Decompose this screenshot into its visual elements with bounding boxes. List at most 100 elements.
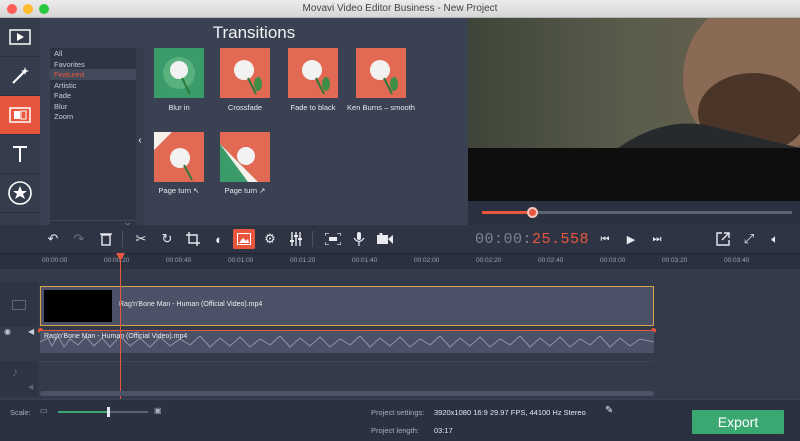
collapse-panel-button[interactable]: ‹: [136, 48, 144, 232]
transition-thumb-blur-in[interactable]: [154, 48, 204, 98]
category-blur[interactable]: Blur: [50, 101, 136, 112]
ruler-tick: 00:03:40: [724, 257, 750, 264]
sidebar-item-transitions[interactable]: [0, 96, 40, 135]
category-fade[interactable]: Fade: [50, 90, 136, 101]
preview-frame: [468, 18, 800, 201]
star-sticker-icon: [8, 181, 32, 205]
detach-preview-button[interactable]: [712, 229, 734, 249]
scissors-icon: ✂: [135, 231, 147, 246]
category-favorites[interactable]: Favorites: [50, 59, 136, 70]
toolbar-divider: [312, 231, 313, 247]
transition-wizard-button[interactable]: [233, 229, 255, 249]
playback-handle[interactable]: [526, 207, 538, 218]
capture-screen-button[interactable]: [322, 229, 344, 249]
transition-thumb-ken-burns[interactable]: [356, 48, 406, 98]
delete-button[interactable]: [95, 229, 117, 249]
rotate-button[interactable]: ↻: [156, 229, 178, 249]
redo-icon: ↷: [73, 231, 85, 246]
speaker-icon: 🔈︎: [771, 231, 779, 246]
transition-label: Page turn ↗: [224, 186, 266, 195]
next-frame-button[interactable]: ⏭: [646, 229, 668, 249]
equalizer-icon: [290, 232, 302, 246]
sidebar-item-stickers[interactable]: [0, 174, 40, 213]
fullscreen-button[interactable]: ⤢: [738, 229, 760, 249]
ruler-tick: 00:01:40: [352, 257, 378, 264]
contrast-icon: ◐: [215, 231, 223, 247]
transition-thumb-fade-to-black[interactable]: [288, 48, 338, 98]
crop-icon: [186, 232, 200, 246]
transition-thumb-page-turn-left[interactable]: [154, 132, 204, 182]
color-adjust-button[interactable]: ◐: [208, 229, 230, 249]
scale-fill: [58, 411, 108, 413]
clip-properties-button[interactable]: ⚙: [259, 229, 281, 249]
transition-label: Ken Burns – smooth: [347, 103, 415, 112]
project-settings-label: Project settings:: [371, 408, 425, 417]
external-window-icon: [716, 232, 730, 246]
transitions-panel: Transitions All Favorites Featured Artis…: [40, 18, 468, 252]
edit-settings-icon[interactable]: ✎: [605, 405, 613, 416]
play-icon: ▶: [626, 233, 636, 246]
expand-icon: ⤢: [743, 231, 755, 246]
audio-clip[interactable]: Rag'n'Bone Man - Human (Official Video).…: [40, 331, 654, 353]
camera-icon: [377, 233, 393, 244]
volume-button[interactable]: 🔈︎: [764, 229, 786, 249]
zoom-in-icon[interactable]: ▣: [154, 406, 162, 415]
timecode-display: 00:00:25.558: [475, 231, 589, 248]
record-audio-button[interactable]: [348, 229, 370, 249]
edit-toolbar: ↶ ↷ ✂ ↻ ◐ ⚙ 00:00:25.558 ⏮ ▶ ⏭ ⤢ 🔈︎: [0, 225, 800, 253]
ruler-tick: 00:01:20: [290, 257, 316, 264]
trash-icon: [100, 233, 112, 246]
flower-icon: [356, 48, 406, 98]
film-icon: [9, 29, 31, 45]
video-track-icon: [12, 300, 26, 310]
timecode-accent: 25.558: [532, 231, 590, 248]
ruler-tick: 00:00:00: [42, 257, 68, 264]
scale-handle[interactable]: [106, 407, 110, 417]
video-preview[interactable]: [468, 18, 800, 201]
ruler-tick: 00:02:20: [476, 257, 502, 264]
category-featured[interactable]: Featured: [50, 69, 136, 80]
sidebar-item-filters[interactable]: [0, 57, 40, 96]
category-list: All Favorites Featured Artistic Fade Blu…: [50, 48, 136, 232]
zoom-out-icon[interactable]: ▭: [40, 406, 48, 415]
transition-label: Blur in: [168, 103, 190, 112]
mute-icon[interactable]: ◀: [28, 383, 33, 391]
category-zoom[interactable]: Zoom: [50, 111, 136, 122]
record-video-button[interactable]: [374, 229, 396, 249]
transition-thumb-page-turn-right[interactable]: [220, 132, 270, 182]
panel-title: Transitions: [212, 23, 296, 42]
mute-icon[interactable]: ◀: [28, 327, 34, 336]
timeline-scrollbar[interactable]: [40, 391, 654, 396]
ruler-tick: 00:02:40: [538, 257, 564, 264]
video-clip[interactable]: Rag'n'Bone Man - Human (Official Video).…: [40, 286, 654, 326]
window-titlebar: Movavi Video Editor Business - New Proje…: [0, 0, 800, 18]
visibility-icon[interactable]: ◉: [4, 327, 11, 336]
status-footer: Scale: ▭ ▣ Project settings: 3920x1080 1…: [0, 399, 800, 441]
play-button[interactable]: ▶: [620, 229, 642, 249]
music-track[interactable]: [40, 361, 654, 395]
export-button[interactable]: Export: [692, 410, 784, 434]
ruler-tick: 00:03:20: [662, 257, 688, 264]
ruler-tick: 00:03:00: [600, 257, 626, 264]
undo-icon: ↶: [47, 231, 59, 246]
category-all[interactable]: All: [50, 48, 136, 59]
sidebar-item-titles[interactable]: [0, 135, 40, 174]
split-button[interactable]: ✂: [130, 229, 152, 249]
timeline-tracks: ◉ ◀ Rag'n'Bone Man - Human (Official Vid…: [0, 253, 800, 399]
flower-icon: [220, 48, 270, 98]
equalizer-button[interactable]: [285, 229, 307, 249]
ruler-tick: 00:00:20: [104, 257, 130, 264]
category-artistic[interactable]: Artistic: [50, 80, 136, 91]
sidebar-item-import[interactable]: [0, 18, 40, 57]
undo-button[interactable]: ↶: [42, 229, 64, 249]
crop-button[interactable]: [182, 229, 204, 249]
redo-button[interactable]: ↷: [68, 229, 90, 249]
skip-forward-icon: ⏭: [652, 233, 662, 245]
ruler-tick: 00:02:00: [414, 257, 440, 264]
previous-frame-button[interactable]: ⏮: [594, 229, 616, 249]
transition-thumb-crossfade[interactable]: [220, 48, 270, 98]
capture-icon: [325, 233, 341, 245]
transition-label: Page turn ↖: [158, 186, 200, 195]
playhead-line: [120, 253, 121, 399]
page-turn-icon: [154, 132, 204, 182]
